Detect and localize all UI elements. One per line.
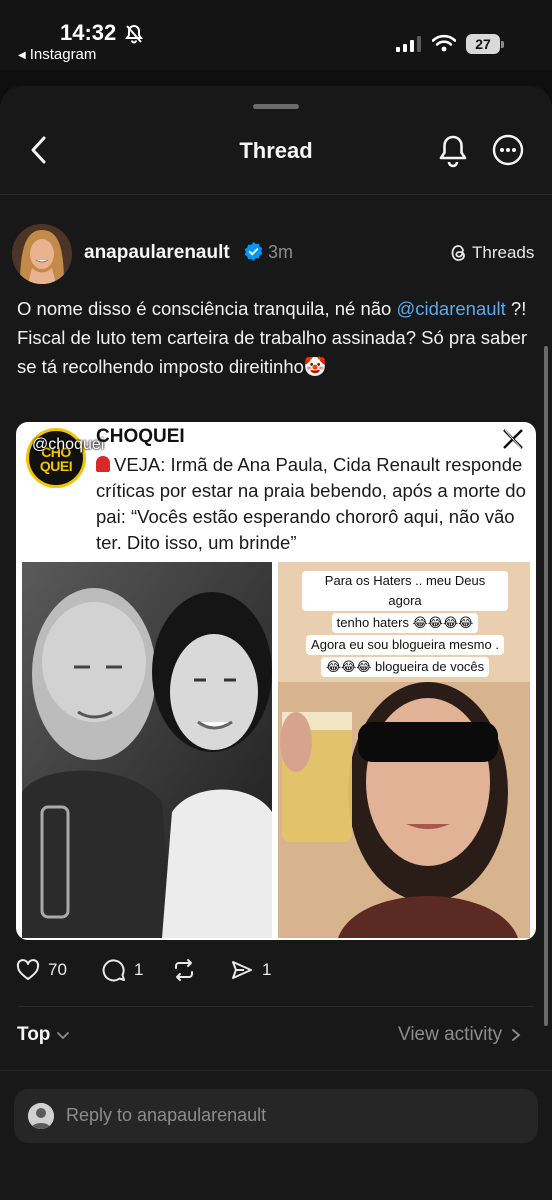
page-title: Thread <box>239 138 313 163</box>
media-handle: @choquei <box>32 436 105 453</box>
status-bar: 14:32 ◀ Instagram 27 <box>0 0 552 70</box>
post-actions: 70 1 1 <box>16 958 536 988</box>
wifi-icon <box>432 34 456 52</box>
post-text: O nome disso é consciência tranquila, né… <box>17 298 528 377</box>
reply-avatar <box>28 1103 54 1129</box>
more-options-icon[interactable] <box>492 134 524 166</box>
share-button[interactable]: 1 <box>230 958 271 982</box>
reply-input[interactable]: Reply to anapaularenault <box>14 1089 538 1143</box>
photo-story-drink: Para os Haters .. meu Deus agora tenho h… <box>278 562 530 938</box>
story-caption: Para os Haters .. meu Deus agora tenho h… <box>302 570 508 678</box>
verified-badge-icon <box>244 242 263 261</box>
notification-bell-icon[interactable] <box>438 134 468 168</box>
silent-bell-icon <box>125 24 143 44</box>
media-source-name: CHOQUEI <box>96 426 185 447</box>
view-activity-link[interactable]: View activity <box>398 1024 522 1046</box>
share-count: 1 <box>262 960 272 979</box>
chevron-down-icon <box>57 1032 70 1040</box>
repost-button[interactable] <box>172 958 196 982</box>
repost-icon <box>175 959 193 981</box>
heart-icon <box>16 959 40 980</box>
comment-button[interactable]: 1 <box>102 958 143 982</box>
mention-link[interactable]: @cidarenault <box>396 298 505 319</box>
chevron-right-icon <box>512 1029 521 1041</box>
like-button[interactable]: 70 <box>16 958 67 982</box>
header-divider <box>0 194 552 195</box>
like-count: 70 <box>48 960 67 979</box>
cellular-signal-icon <box>396 36 421 52</box>
reply-placeholder: Reply to anapaularenault <box>66 1105 267 1125</box>
post-timestamp: 3m <box>268 242 294 262</box>
battery-indicator: 27 <box>466 34 504 54</box>
post-username[interactable]: anapaularenault <box>84 242 230 264</box>
sort-dropdown[interactable]: Top <box>17 1024 70 1046</box>
back-triangle-icon: ◀ <box>18 50 26 61</box>
threads-link[interactable]: Threads <box>450 243 534 263</box>
photo-father-daughter <box>22 562 272 938</box>
avatar[interactable] <box>12 224 72 284</box>
status-time: 14:32 <box>60 20 117 45</box>
post-image[interactable]: CHO QUEI @choquei CHOQUEI VEJA: Irmã de … <box>16 422 536 940</box>
comment-icon <box>102 959 125 982</box>
x-logo-icon <box>503 429 523 449</box>
threads-logo-icon <box>451 245 465 261</box>
send-icon <box>232 961 252 979</box>
siren-icon <box>96 456 110 472</box>
scrollbar[interactable] <box>544 346 548 1026</box>
sheet-grabber[interactable] <box>253 104 299 109</box>
thread-sheet: Thread anapaularenault 3m Threads O nome… <box>0 86 552 1200</box>
footer-divider <box>0 1070 552 1071</box>
media-headline: VEJA: Irmã de Ana Paula, Cida Renault re… <box>96 454 526 553</box>
back-to-app-link[interactable]: ◀ Instagram <box>18 46 96 63</box>
actions-divider <box>18 1006 534 1007</box>
comment-count: 1 <box>134 960 144 979</box>
